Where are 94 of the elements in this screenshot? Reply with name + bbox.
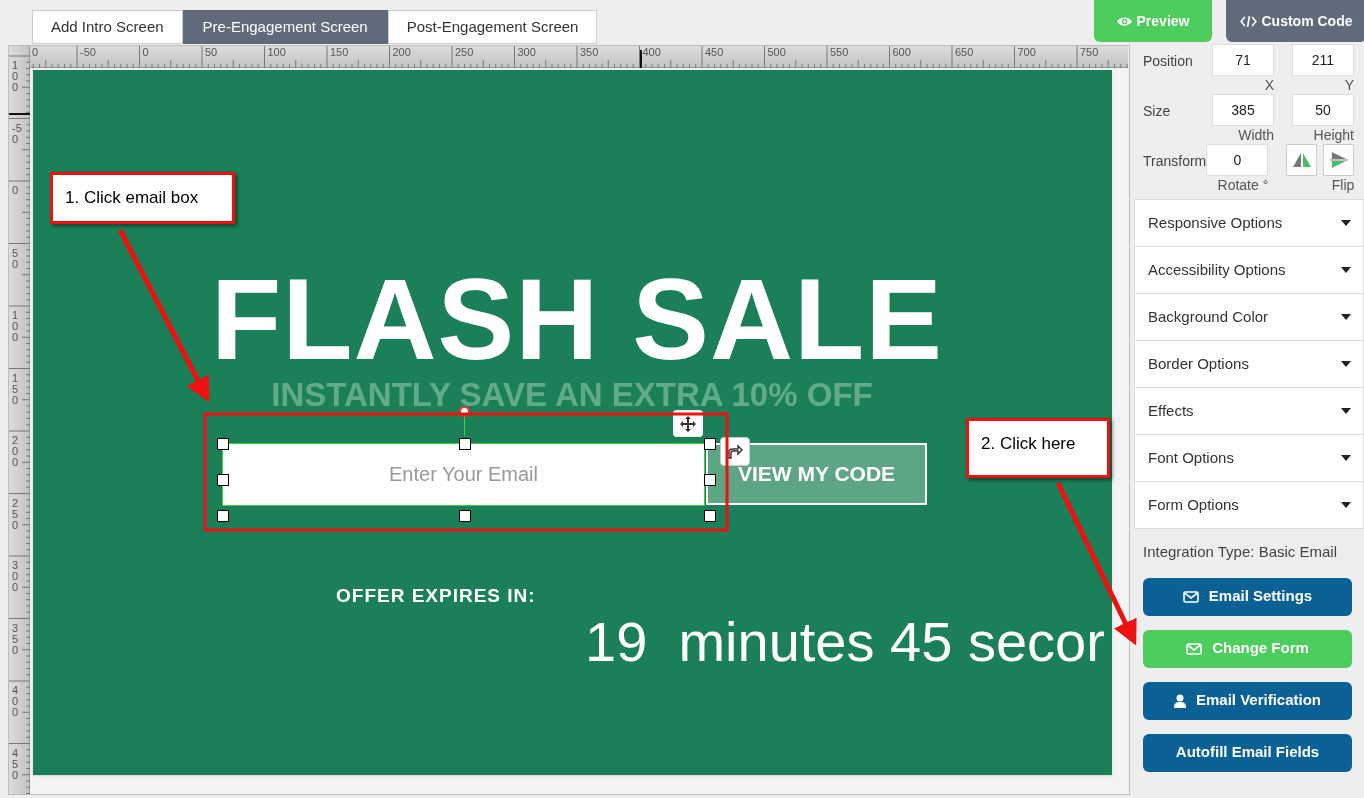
user-icon [1173, 693, 1186, 708]
ruler-label: 200 [392, 46, 411, 58]
share-icon [727, 443, 743, 460]
ruler-label: 450 [705, 46, 724, 58]
callout: 2. Click here [966, 418, 1110, 478]
ruler-label: 700 [1017, 46, 1036, 58]
ruler-label: 400 [12, 685, 20, 718]
resize-handle[interactable] [704, 510, 716, 522]
resize-handle[interactable] [459, 438, 471, 450]
number-field[interactable]: 50 [1292, 94, 1354, 126]
ruler-label: 450 [12, 747, 20, 781]
action-button[interactable]: Autofill Email Fields [1143, 733, 1352, 772]
flip-horizontal-button[interactable] [1286, 144, 1318, 176]
resize-handle[interactable] [704, 474, 716, 486]
ruler-label: 550 [830, 46, 849, 58]
field-caption: X [1264, 76, 1274, 94]
accordion-header[interactable]: Border Options [1134, 340, 1364, 388]
move-handle[interactable] [673, 410, 703, 437]
rotation-stem [464, 416, 465, 436]
ruler-label: 300 [12, 560, 20, 593]
resize-handle[interactable] [704, 438, 716, 450]
ruler-label: 250 [455, 46, 474, 58]
ruler-label: 100 [12, 310, 20, 343]
ruler-label: 600 [892, 46, 911, 58]
caret-down-icon [1341, 361, 1351, 367]
ruler-label: -50 [12, 122, 23, 145]
email-field[interactable]: Enter Your Email [222, 443, 705, 506]
ruler-label: 750 [1080, 46, 1099, 58]
action-button[interactable]: Email Settings [1143, 577, 1352, 616]
ruler-label: 0 [32, 46, 39, 58]
ruler-label: 250 [12, 497, 20, 531]
screen-tab[interactable]: Add Intro Screen [32, 10, 183, 44]
ruler-label: 650 [955, 46, 974, 58]
ruler-label: 150 [330, 46, 349, 58]
ruler-label: 150 [12, 372, 20, 406]
resize-handle[interactable] [217, 438, 229, 450]
flip-vertical-icon [1329, 150, 1348, 170]
move-icon [680, 415, 696, 432]
field-caption: Height [1313, 126, 1354, 144]
screen-tab[interactable]: Post-Engagement Screen [387, 10, 598, 44]
integration-type-text: Integration Type: Basic Email [1142, 542, 1338, 562]
ruler-label: 200 [12, 435, 20, 468]
ruler-label: 400 [642, 46, 661, 58]
ruler-label: 350 [12, 622, 20, 656]
accordion-header[interactable]: Font Options [1134, 434, 1364, 482]
field-label: Transform [1143, 152, 1207, 171]
eye-icon [1116, 15, 1132, 27]
caret-down-icon [1341, 502, 1351, 508]
ruler-label: 300 [517, 46, 536, 58]
action-button[interactable]: Email Verification [1143, 681, 1352, 720]
caret-down-icon [1341, 267, 1351, 273]
resize-handle[interactable] [217, 510, 229, 522]
accordion-header[interactable]: Background Color [1134, 293, 1364, 341]
field-caption: Flip [1331, 176, 1355, 194]
envelope-icon [1186, 642, 1203, 655]
number-field[interactable]: 385 [1212, 94, 1274, 126]
flip-horizontal-icon [1291, 151, 1312, 169]
resize-handle[interactable] [459, 510, 471, 522]
ruler-label: 50 [205, 46, 218, 58]
caret-down-icon [1341, 314, 1351, 320]
code-icon [1239, 15, 1257, 27]
field-caption: Width [1238, 126, 1274, 144]
field-label: Size [1143, 102, 1172, 121]
headline: FLASH SALE [211, 262, 943, 377]
subheadline: INSTANTLY SAVE AN EXTRA 10% OFF [270, 378, 874, 411]
number-field[interactable]: 0 [1206, 144, 1269, 176]
flip-vertical-button[interactable] [1323, 144, 1355, 176]
callout: 1. Click email box [50, 172, 235, 224]
caret-down-icon [1341, 408, 1351, 414]
field-label: Position [1143, 52, 1194, 71]
code-button[interactable]: Custom Code [1226, 0, 1364, 42]
ruler-label: 100 [12, 60, 20, 93]
accordion-header[interactable]: Effects [1134, 387, 1364, 435]
number-field[interactable]: 71 [1212, 44, 1274, 76]
ruler-label: 0 [142, 46, 149, 58]
ruler-label: 100 [267, 46, 286, 58]
ruler-label: 0 [12, 185, 20, 196]
resize-handle[interactable] [217, 474, 229, 486]
field-caption: Y [1344, 76, 1354, 94]
caret-down-icon [1341, 455, 1351, 461]
accordion-header[interactable]: Accessibility Options [1134, 246, 1364, 294]
countdown-timer: 19 minutes 45 secor [585, 614, 1105, 670]
ruler-label: 50 [12, 247, 20, 270]
screen-tab[interactable]: Pre-Engagement Screen [182, 10, 388, 44]
timer-label: OFFER EXPIRES IN: [336, 584, 536, 608]
accordion-header[interactable]: Responsive Options [1134, 199, 1364, 247]
ruler-label: 500 [767, 46, 786, 58]
field-caption: Rotate ° [1217, 176, 1269, 194]
number-field[interactable]: 211 [1292, 44, 1354, 76]
envelope-icon [1182, 590, 1199, 603]
ruler-label: -50 [80, 46, 96, 58]
caret-down-icon [1341, 220, 1351, 226]
ruler-label: 350 [580, 46, 599, 58]
accordion-header[interactable]: Form Options [1134, 481, 1364, 529]
